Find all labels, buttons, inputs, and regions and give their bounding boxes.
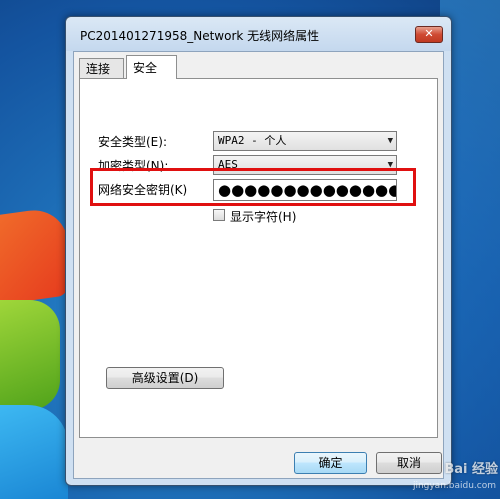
close-button[interactable]: ✕ — [415, 26, 443, 43]
ok-button[interactable]: 确定 — [294, 452, 367, 474]
windows-logo-green-shape — [0, 300, 60, 410]
dialog-client-area: 连接 安全 安全类型(E): WPA2 - 个人 ▼ 加密类型(N): AES … — [73, 51, 444, 479]
security-type-label: 安全类型(E): — [98, 135, 167, 149]
watermark-url: jingyan.baidu.com — [412, 481, 496, 491]
advanced-settings-button[interactable]: 高级设置(D) — [106, 367, 224, 389]
tab-connection[interactable]: 连接 — [79, 58, 124, 78]
watermark-brand: Bai 经验 — [444, 462, 498, 477]
chevron-down-icon: ▼ — [387, 136, 393, 146]
show-characters-label: 显示字符(H) — [230, 210, 297, 224]
close-icon: ✕ — [424, 27, 434, 40]
security-type-select[interactable]: WPA2 - 个人 ▼ — [213, 131, 397, 151]
window-title: PC201401271958_Network 无线网络属性 — [80, 29, 320, 43]
security-type-value: WPA2 - 个人 — [218, 134, 287, 147]
cancel-button[interactable]: 取消 — [376, 452, 442, 474]
windows-logo-red-shape — [0, 205, 68, 305]
windows-logo-blue-shape — [0, 405, 68, 499]
tab-security[interactable]: 安全 — [126, 55, 177, 79]
title-bar[interactable]: PC201401271958_Network 无线网络属性 ✕ — [66, 17, 451, 51]
security-tab-panel: 安全类型(E): WPA2 - 个人 ▼ 加密类型(N): AES ▼ 网络安全… — [79, 78, 438, 438]
wireless-properties-dialog: PC201401271958_Network 无线网络属性 ✕ 连接 安全 安全… — [65, 16, 452, 486]
highlight-box — [90, 168, 416, 206]
show-characters-checkbox[interactable] — [213, 209, 225, 221]
